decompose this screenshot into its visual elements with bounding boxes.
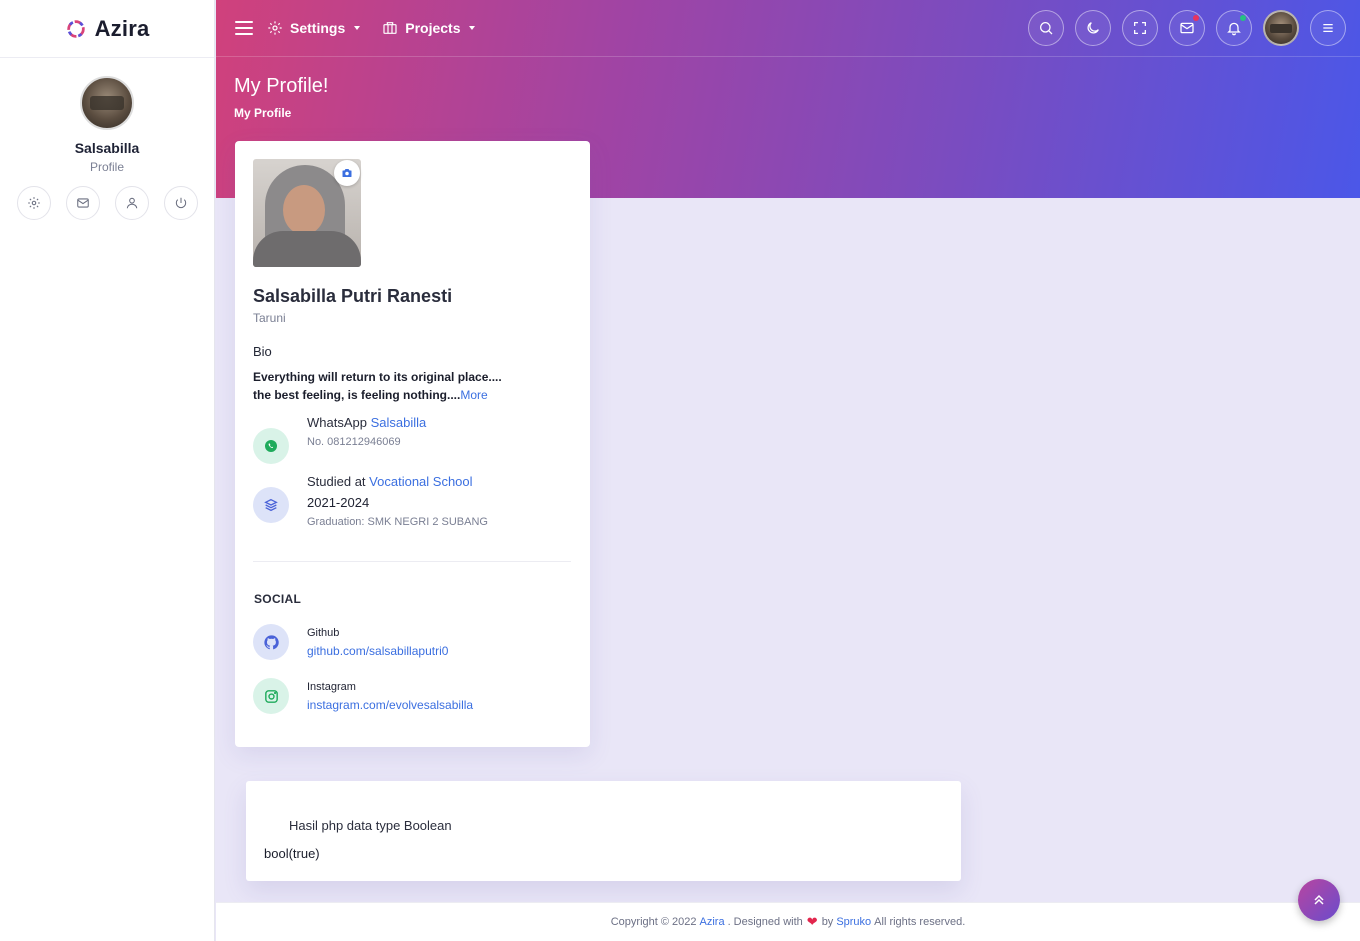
search-icon: [1040, 22, 1053, 35]
user-avatar[interactable]: [1263, 10, 1299, 46]
top-actions: [1028, 10, 1346, 46]
whatsapp-number: No. 081212946069: [307, 436, 401, 448]
github-icon: [253, 624, 289, 660]
projects-menu-label: Projects: [405, 20, 461, 36]
page-title: My Profile!: [234, 75, 329, 97]
chevron-down-icon: [354, 26, 361, 30]
profile-name: Salsabilla Putri Ranesti: [253, 286, 453, 306]
footer-rights: All rights reserved.: [874, 916, 966, 928]
footer-by: by: [821, 916, 834, 928]
footer-company-link[interactable]: Spruko: [836, 916, 871, 928]
chevron-down-icon: [469, 26, 476, 30]
sidebar-avatar[interactable]: [80, 76, 134, 130]
whatsapp-info: WhatsApp Salsabilla No. 081212946069: [253, 415, 426, 464]
layers-icon: [253, 487, 289, 523]
result-card: Hasil php data type Boolean bool(true): [246, 781, 961, 881]
sidebar: Azira Salsabilla Profile: [0, 0, 215, 941]
sidebar-toggle-icon[interactable]: [235, 21, 253, 35]
study-years: 2021-2024: [307, 495, 370, 510]
bio-text: Everything will return to its original p…: [253, 368, 502, 404]
github-row: Github github.com/salsabillaputri0: [253, 624, 448, 660]
footer-copyright: Copyright © 2022: [610, 916, 697, 928]
change-photo-button[interactable]: [334, 160, 360, 186]
bio-line-2: the best feeling, is feeling nothing....…: [253, 388, 488, 402]
scroll-to-top-button[interactable]: [1298, 879, 1340, 921]
fullscreen-button[interactable]: [1122, 10, 1158, 46]
briefcase-icon: [383, 22, 397, 34]
profile-card: Salsabilla Putri Ranesti Taruni Bio Ever…: [235, 141, 590, 747]
studied-label: Studied at: [307, 474, 366, 489]
instagram-row: Instagram instagram.com/evolvesalsabilla: [253, 678, 473, 714]
sidebar-profile-button[interactable]: [114, 186, 149, 220]
projects-menu[interactable]: Projects: [382, 20, 476, 36]
instagram-icon: [253, 678, 289, 714]
dark-mode-toggle[interactable]: [1075, 10, 1111, 46]
sidebar-settings-button[interactable]: [16, 186, 51, 220]
gear-icon: [268, 21, 282, 35]
mail-icon: [76, 198, 89, 208]
whatsapp-icon: [253, 428, 289, 464]
mail-icon: [1180, 22, 1194, 34]
footer-brand-link[interactable]: Azira: [700, 916, 725, 928]
camera-icon: [342, 169, 352, 177]
brand-logo-icon: [66, 19, 85, 38]
power-icon: [175, 197, 186, 209]
footer: Copyright © 2022 Azira . Designed with ❤…: [216, 902, 1360, 941]
instagram-label: Instagram: [307, 680, 356, 693]
result-heading: Hasil php data type Boolean: [289, 818, 452, 833]
breadcrumb[interactable]: My Profile: [234, 106, 291, 120]
brand-name: Azira: [94, 15, 150, 41]
profile-subtitle: Taruni: [253, 311, 286, 325]
top-navbar: Settings Projects: [216, 0, 1360, 57]
sidebar-logout-button[interactable]: [163, 186, 198, 220]
social-heading: SOCIAL: [254, 592, 302, 606]
instagram-link[interactable]: instagram.com/evolvesalsabilla: [307, 698, 473, 712]
divider: [253, 561, 571, 562]
bio-more-link[interactable]: More: [460, 388, 487, 402]
settings-menu-label: Settings: [290, 20, 346, 36]
sidebar-user: Salsabilla Profile: [0, 58, 214, 220]
messages-button[interactable]: [1169, 10, 1205, 46]
chevrons-up-icon: [1314, 894, 1324, 905]
menu-button[interactable]: [1310, 10, 1346, 46]
github-label: Github: [307, 626, 340, 639]
result-value: bool(true): [264, 846, 320, 861]
menu-icon: [1323, 24, 1333, 32]
bio-line-1: Everything will return to its original p…: [253, 370, 502, 384]
heart-icon: ❤: [806, 914, 818, 929]
settings-menu[interactable]: Settings: [267, 20, 361, 36]
bell-icon: [1227, 22, 1241, 36]
sidebar-actions: [16, 186, 198, 220]
top-menu: Settings Projects: [267, 20, 476, 36]
sidebar-user-name: Salsabilla: [74, 140, 140, 156]
mail-notification-dot: [1193, 15, 1199, 21]
sidebar-mail-button[interactable]: [65, 186, 100, 220]
search-button[interactable]: [1028, 10, 1064, 46]
bio-label: Bio: [253, 344, 272, 359]
notifications-button[interactable]: [1216, 10, 1252, 46]
sidebar-user-role: Profile: [89, 160, 124, 174]
user-icon: [126, 197, 137, 209]
whatsapp-link[interactable]: Salsabilla: [371, 415, 427, 430]
moon-icon: [1087, 22, 1099, 34]
gear-icon: [27, 197, 40, 209]
education-info: Studied at Vocational School 2021-2024 G…: [253, 474, 488, 528]
brand[interactable]: Azira: [0, 0, 214, 58]
fullscreen-icon: [1134, 22, 1146, 34]
graduation-text: Graduation: SMK NEGRI 2 SUBANG: [307, 516, 488, 528]
school-link[interactable]: Vocational School: [369, 474, 472, 489]
whatsapp-label: WhatsApp: [307, 415, 367, 430]
footer-designed: . Designed with: [727, 916, 803, 928]
github-link[interactable]: github.com/salsabillaputri0: [307, 644, 448, 658]
bell-notification-dot: [1240, 15, 1246, 21]
